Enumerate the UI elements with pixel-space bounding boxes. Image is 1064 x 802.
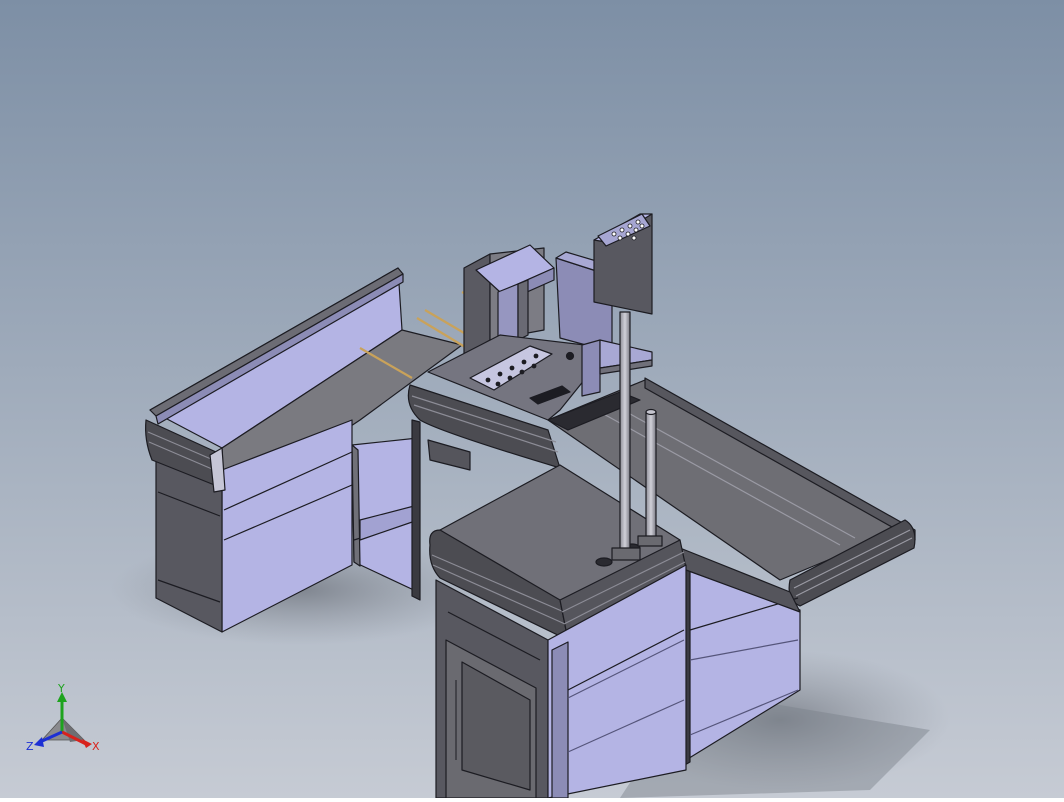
triad-x-label: X	[92, 740, 100, 753]
cad-viewport[interactable]	[0, 0, 1064, 799]
triad-z-label: Z	[26, 740, 34, 753]
light-pole	[645, 411, 657, 543]
model-canvas[interactable]	[0, 0, 1064, 799]
triad-y-label: Y	[57, 684, 65, 695]
orientation-triad[interactable]: Y X Z	[26, 682, 106, 754]
sign-pole	[619, 311, 631, 555]
